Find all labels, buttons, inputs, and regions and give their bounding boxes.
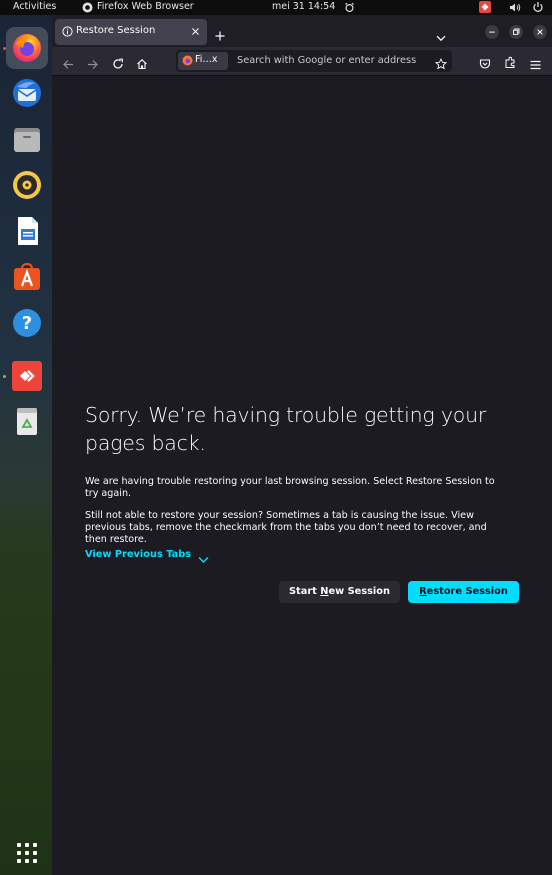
volume-icon[interactable]: [509, 2, 521, 16]
firefox-window: Restore Session Fi…x Search with Google …: [52, 15, 552, 875]
firefox-icon: [13, 34, 41, 62]
writer-icon: [18, 217, 38, 245]
tab-title: Restore Session: [76, 25, 156, 36]
page-title: Sorry. We’re having trouble getting your…: [85, 403, 487, 455]
url-input[interactable]: Search with Google or enter address: [237, 55, 416, 66]
power-icon[interactable]: [532, 1, 544, 16]
help-icon: ?: [13, 309, 41, 337]
app-grid-icon[interactable]: [16, 842, 38, 868]
new-tab-icon[interactable]: [215, 26, 225, 45]
top-bar: Activities Firefox Web Browser mei 31 14…: [0, 0, 552, 15]
home-icon[interactable]: [136, 55, 148, 74]
start-new-label-post: ew Session: [328, 586, 391, 597]
navigation-toolbar: Fi…x Search with Google or enter address: [52, 47, 552, 76]
minimize-icon[interactable]: [485, 24, 499, 43]
tab-restore-session[interactable]: Restore Session: [55, 19, 207, 45]
alarm-icon: [344, 2, 355, 16]
thunderbird-icon: [13, 79, 41, 107]
reload-icon[interactable]: [112, 55, 124, 74]
pocket-icon[interactable]: [479, 55, 491, 74]
anydesk-icon: [12, 361, 42, 391]
dock-firefox[interactable]: [6, 27, 48, 69]
rhythmbox-icon: [13, 171, 41, 199]
dock-trash[interactable]: [6, 400, 48, 442]
dock-software[interactable]: [6, 256, 48, 298]
identity-box[interactable]: Fi…x: [178, 52, 228, 70]
start-new-session-button[interactable]: Start New Session: [279, 581, 400, 603]
list-all-tabs-icon[interactable]: [436, 27, 446, 46]
dock: ?: [0, 15, 52, 875]
url-bar[interactable]: Fi…x Search with Google or enter address: [176, 50, 452, 72]
info-icon: [62, 26, 73, 40]
dock-files[interactable]: [6, 118, 48, 160]
firefox-small-icon: [82, 2, 93, 16]
dock-writer[interactable]: [6, 210, 48, 252]
extensions-icon[interactable]: [504, 54, 517, 73]
restore-window-icon[interactable]: [509, 24, 523, 43]
chevron-down-icon[interactable]: [198, 549, 209, 568]
svg-text:?: ?: [22, 313, 32, 334]
help-message: Still not able to restore your session? …: [85, 510, 487, 545]
dock-rhythmbox[interactable]: [6, 164, 48, 206]
start-new-label-pre: Start: [288, 586, 321, 597]
restore-session-button[interactable]: Restore Session: [408, 581, 519, 603]
restore-label-post: estore Session: [426, 586, 508, 597]
dock-thunderbird[interactable]: [6, 72, 48, 114]
identity-label: Fi…x: [195, 54, 218, 65]
anydesk-status-icon[interactable]: [479, 1, 491, 16]
restore-accesskey: R: [419, 586, 427, 597]
clock[interactable]: mei 31 14:54: [272, 1, 335, 12]
tab-strip: Restore Session: [52, 15, 552, 47]
bookmark-star-icon[interactable]: [434, 55, 448, 74]
app-menu[interactable]: Firefox Web Browser: [97, 1, 194, 12]
firefox-identity-icon: [182, 55, 193, 69]
forward-icon[interactable]: [87, 55, 99, 74]
activities-button[interactable]: Activities: [13, 1, 56, 12]
close-window-icon[interactable]: [533, 24, 547, 43]
trash-icon: [17, 408, 37, 435]
back-icon[interactable]: [62, 55, 74, 74]
software-store-icon: [14, 262, 40, 290]
view-previous-tabs-link[interactable]: View Previous Tabs: [85, 549, 191, 560]
menu-icon[interactable]: [530, 55, 541, 74]
error-message: We are having trouble restoring your las…: [85, 476, 495, 499]
files-icon: [14, 128, 40, 152]
dock-anydesk[interactable]: [6, 355, 48, 397]
tab-close-icon[interactable]: [191, 27, 200, 39]
page-content: Sorry. We’re having trouble getting your…: [52, 76, 552, 875]
dock-help[interactable]: ?: [6, 302, 48, 344]
